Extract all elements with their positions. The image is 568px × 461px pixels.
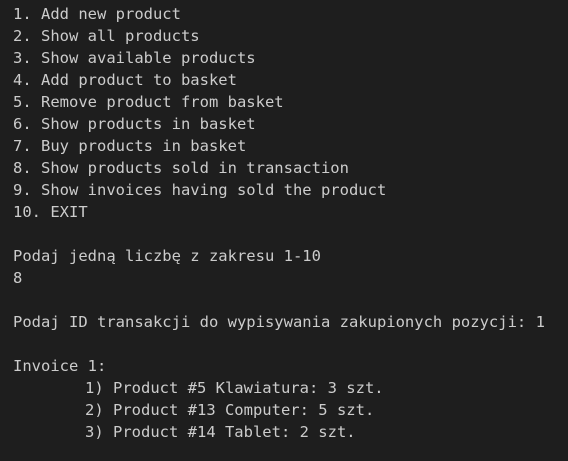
terminal-output[interactable]: 1. Add new product 2. Show all products … <box>0 0 568 461</box>
menu-item-6: 6. Show products in basket <box>13 115 256 133</box>
menu-item-4: 4. Add product to basket <box>13 71 237 89</box>
invoice-item-1: 1) Product #5 Klawiatura: 3 szt. <box>85 379 384 397</box>
menu-item-3: 3. Show available products <box>13 49 256 67</box>
user-choice-input: 8 <box>13 269 23 287</box>
invoice-header: Invoice 1: <box>13 357 107 375</box>
menu-item-1: 1. Add new product <box>13 5 181 23</box>
invoice-item-2: 2) Product #13 Computer: 5 szt. <box>85 401 375 419</box>
menu-item-7: 7. Buy products in basket <box>13 137 247 155</box>
menu-item-2: 2. Show all products <box>13 27 200 45</box>
menu-item-5: 5. Remove product from basket <box>13 93 284 111</box>
invoice-item-3: 3) Product #14 Tablet: 2 szt. <box>85 423 356 441</box>
menu-item-10: 10. EXIT <box>13 203 88 221</box>
menu-item-9: 9. Show invoices having sold the product <box>13 181 387 199</box>
menu-item-8: 8. Show products sold in transaction <box>13 159 349 177</box>
transaction-prompt: Podaj ID transakcji do wypisywania zakup… <box>13 313 545 331</box>
choice-prompt: Podaj jedną liczbę z zakresu 1-10 <box>13 247 321 265</box>
